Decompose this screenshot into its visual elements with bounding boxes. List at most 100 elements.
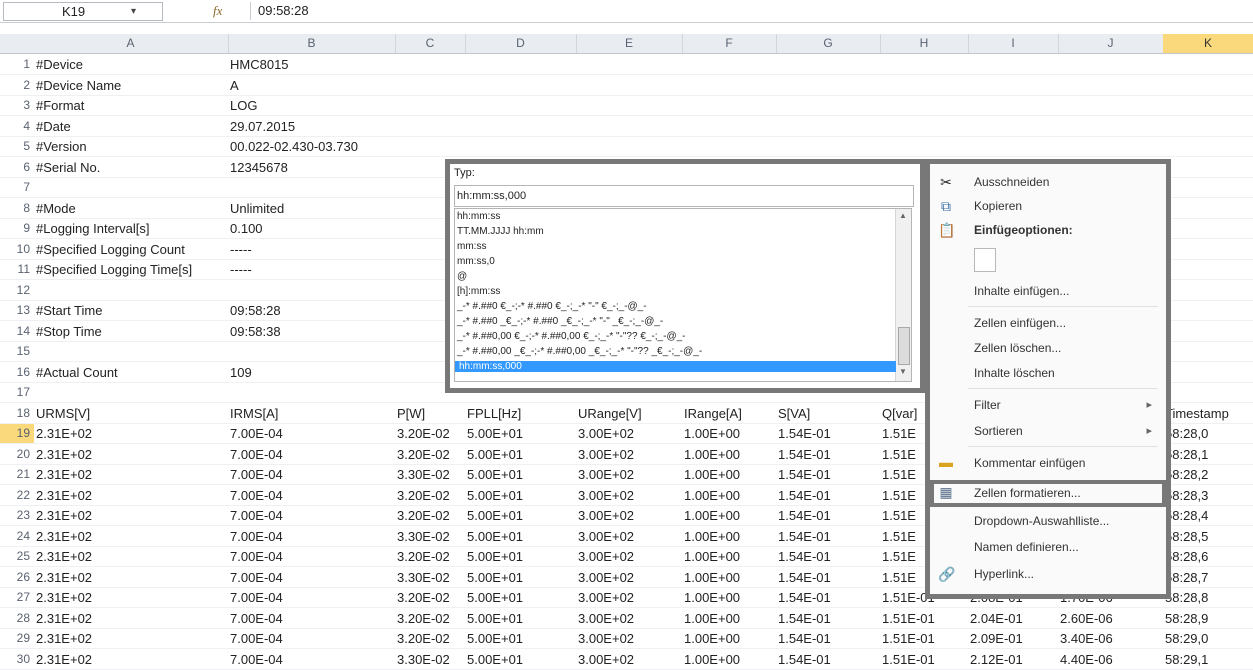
- table-row-cell[interactable]: 1.51E: [882, 426, 916, 441]
- table-row-cell[interactable]: 58:28,1: [1165, 447, 1208, 462]
- table-row-cell[interactable]: 2.60E-06: [1060, 611, 1113, 626]
- table-row-cell[interactable]: 2.31E+02: [36, 529, 92, 544]
- table-row-cell[interactable]: 1.00E+00: [684, 631, 740, 646]
- menu-item-copy[interactable]: Kopieren: [974, 199, 1022, 213]
- table-row-cell[interactable]: 2.31E+02: [36, 611, 92, 626]
- table-row-cell[interactable]: 7.00E-04: [230, 426, 283, 441]
- table-row-cell[interactable]: 1.51E-01: [882, 652, 935, 667]
- table-row-cell[interactable]: 58:28,7: [1165, 570, 1208, 585]
- table-row-cell[interactable]: 1.54E-01: [778, 590, 831, 605]
- table-row-cell[interactable]: 1.51E: [882, 549, 916, 564]
- table-row-cell[interactable]: 2.04E-01: [970, 611, 1023, 626]
- format-option[interactable]: hh:mm:ss: [457, 211, 500, 222]
- table-header-cell[interactable]: Timestamp: [1165, 406, 1229, 421]
- table-row-cell[interactable]: 2.31E+02: [36, 549, 92, 564]
- table-row-cell[interactable]: 3.20E-02: [397, 590, 450, 605]
- table-row-cell[interactable]: 1.00E+00: [684, 652, 740, 667]
- cell-b[interactable]: 12345678: [230, 160, 288, 175]
- table-header-cell[interactable]: P[W]: [397, 406, 425, 421]
- row-number[interactable]: 30: [0, 652, 30, 666]
- table-row-cell[interactable]: 1.00E+00: [684, 570, 740, 585]
- format-option[interactable]: hh:mm:ss,000: [455, 361, 896, 372]
- row-number[interactable]: 19: [0, 426, 30, 440]
- row-number[interactable]: 12: [0, 283, 30, 297]
- table-row-cell[interactable]: 3.20E-02: [397, 631, 450, 646]
- table-row-cell[interactable]: 3.30E-02: [397, 652, 450, 667]
- table-row-cell[interactable]: 1.00E+00: [684, 529, 740, 544]
- row-number[interactable]: 27: [0, 590, 30, 604]
- table-row-cell[interactable]: 2.31E+02: [36, 508, 92, 523]
- table-row-cell[interactable]: 3.20E-02: [397, 447, 450, 462]
- table-row-cell[interactable]: 3.00E+02: [578, 488, 634, 503]
- table-row-cell[interactable]: 58:28,6: [1165, 549, 1208, 564]
- row-number[interactable]: 16: [0, 365, 30, 379]
- row-number[interactable]: 24: [0, 529, 30, 543]
- table-row-cell[interactable]: 2.31E+02: [36, 447, 92, 462]
- column-header-k[interactable]: K: [1163, 34, 1253, 53]
- table-row-cell[interactable]: 1.54E-01: [778, 529, 831, 544]
- cell-a[interactable]: #Device: [36, 57, 83, 72]
- cell-b[interactable]: A: [230, 78, 239, 93]
- table-row-cell[interactable]: 5.00E+01: [467, 570, 523, 585]
- cell-a[interactable]: #Specified Logging Count: [36, 242, 185, 257]
- menu-item-clear-contents[interactable]: Inhalte löschen: [974, 366, 1055, 380]
- table-row-cell[interactable]: 1.54E-01: [778, 549, 831, 564]
- table-row-cell[interactable]: 3.00E+02: [578, 508, 634, 523]
- cell-a[interactable]: #Specified Logging Time[s]: [36, 262, 192, 277]
- table-row-cell[interactable]: 5.00E+01: [467, 590, 523, 605]
- table-row-cell[interactable]: 1.54E-01: [778, 508, 831, 523]
- table-header-cell[interactable]: Q[var]: [882, 406, 917, 421]
- row-number[interactable]: 21: [0, 467, 30, 481]
- cell-a[interactable]: #Logging Interval[s]: [36, 221, 149, 236]
- column-header-g[interactable]: G: [776, 34, 881, 53]
- table-row-cell[interactable]: 3.00E+02: [578, 631, 634, 646]
- table-row-cell[interactable]: 1.00E+00: [684, 488, 740, 503]
- table-row-cell[interactable]: 58:29,0: [1165, 631, 1208, 646]
- format-type-list[interactable]: ▲ ▼ hh:mm:ss TT.MM.JJJJ hh:mm mm:ss mm:ss,0…: [454, 208, 912, 382]
- table-row-cell[interactable]: 5.00E+01: [467, 652, 523, 667]
- format-option[interactable]: [h]:mm:ss: [457, 286, 500, 297]
- table-row-cell[interactable]: 7.00E-04: [230, 447, 283, 462]
- table-header-cell[interactable]: S[VA]: [778, 406, 810, 421]
- formula-input[interactable]: 09:58:28: [258, 3, 309, 18]
- cell-b[interactable]: 109: [230, 365, 252, 380]
- table-row-cell[interactable]: 5.00E+01: [467, 488, 523, 503]
- table-row-cell[interactable]: 1.54E-01: [778, 488, 831, 503]
- row-number[interactable]: 26: [0, 570, 30, 584]
- table-header-cell[interactable]: URange[V]: [578, 406, 642, 421]
- table-row-cell[interactable]: 1.54E-01: [778, 570, 831, 585]
- row-number[interactable]: 8: [0, 201, 30, 215]
- cell-b[interactable]: HMC8015: [230, 57, 289, 72]
- format-option[interactable]: mm:ss,0: [457, 256, 495, 267]
- menu-item-filter[interactable]: Filter: [974, 398, 1001, 412]
- table-row-cell[interactable]: 1.00E+00: [684, 611, 740, 626]
- row-number[interactable]: 1: [0, 57, 30, 71]
- table-row-cell[interactable]: 7.00E-04: [230, 467, 283, 482]
- table-row-cell[interactable]: 1.00E+00: [684, 508, 740, 523]
- table-row-cell[interactable]: 5.00E+01: [467, 549, 523, 564]
- table-row-cell[interactable]: 1.00E+00: [684, 467, 740, 482]
- cell-b[interactable]: Unlimited: [230, 201, 284, 216]
- table-row-cell[interactable]: 7.00E-04: [230, 488, 283, 503]
- table-row-cell[interactable]: 2.31E+02: [36, 631, 92, 646]
- cell-b[interactable]: 0.100: [230, 221, 263, 236]
- row-number[interactable]: 6: [0, 160, 30, 174]
- row-number[interactable]: 14: [0, 324, 30, 338]
- table-header-cell[interactable]: FPLL[Hz]: [467, 406, 521, 421]
- format-option[interactable]: _-* #.##0 _€_-;-* #.##0 _€_-;_-* "-" _€_…: [457, 316, 663, 327]
- table-row-cell[interactable]: 2.31E+02: [36, 570, 92, 585]
- row-number[interactable]: 29: [0, 631, 30, 645]
- table-row-cell[interactable]: 2.31E+02: [36, 426, 92, 441]
- table-row-cell[interactable]: 7.00E-04: [230, 549, 283, 564]
- table-row-cell[interactable]: 1.54E-01: [778, 652, 831, 667]
- scrollbar-thumb[interactable]: [898, 327, 910, 365]
- menu-item-cut[interactable]: Ausschneiden: [974, 175, 1049, 189]
- function-icon[interactable]: fx: [213, 3, 222, 19]
- table-row-cell[interactable]: 58:28,2: [1165, 467, 1208, 482]
- row-number[interactable]: 20: [0, 447, 30, 461]
- type-input[interactable]: hh:mm:ss,000: [454, 185, 914, 207]
- cell-a[interactable]: #Stop Time: [36, 324, 102, 339]
- row-number[interactable]: 18: [0, 406, 30, 420]
- table-row-cell[interactable]: 58:28,5: [1165, 529, 1208, 544]
- cell-a[interactable]: #Device Name: [36, 78, 121, 93]
